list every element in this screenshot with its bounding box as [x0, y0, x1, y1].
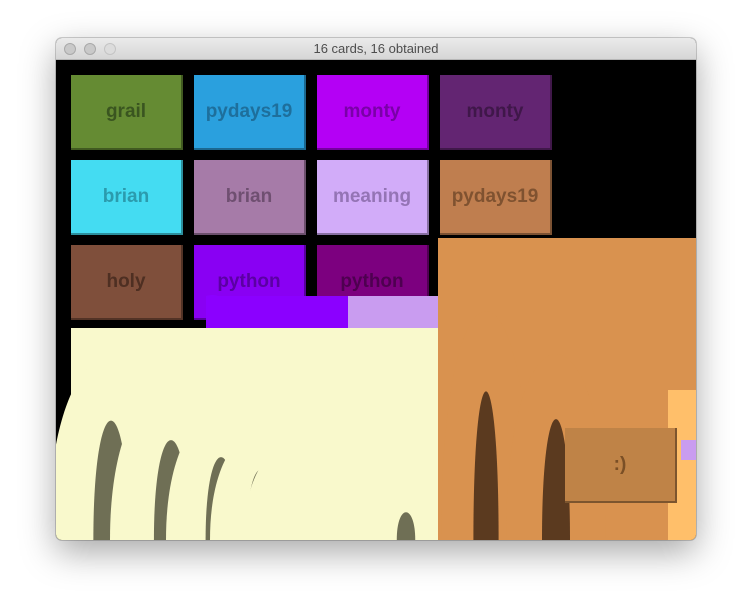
- title-bar[interactable]: 16 cards, 16 obtained: [56, 38, 696, 60]
- window-title: 16 cards, 16 obtained: [313, 41, 439, 56]
- game-board[interactable]: grail pydays19 monty monty brian brian m…: [56, 60, 696, 540]
- app-window: 16 cards, 16 obtained grail pydays19 mon…: [56, 38, 696, 540]
- card-label: :): [613, 453, 627, 475]
- card-smiley[interactable]: :): [565, 428, 677, 503]
- lilac-trail-edge: [681, 440, 696, 460]
